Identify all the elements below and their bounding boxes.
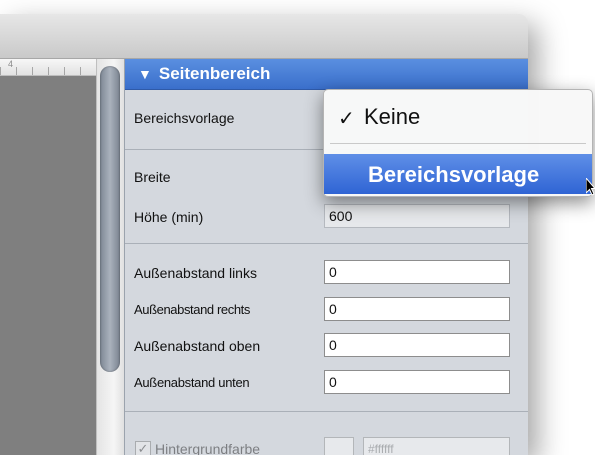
checkmark-icon: ✓	[338, 108, 355, 130]
margin-right-label: Außenabstand rechts	[134, 302, 250, 317]
margin-bottom-field[interactable]: 0	[324, 370, 510, 394]
section-header-seitenbereich[interactable]: ▼ Seitenbereich	[125, 59, 528, 90]
margin-left-label: Außenabstand links	[134, 265, 257, 281]
margin-left-field[interactable]: 0	[324, 260, 510, 284]
section-title: Seitenbereich	[158, 64, 271, 83]
divider	[125, 411, 528, 412]
horizontal-ruler: 4	[0, 59, 96, 76]
background-checkbox[interactable]: ✓	[135, 441, 151, 455]
divider	[125, 243, 528, 244]
template-dropdown-menu: ✓ Keine Bereichsvorlage	[323, 89, 593, 197]
triangle-down-icon[interactable]: ▼	[138, 66, 152, 82]
margin-bottom-label: Außenabstand unten	[134, 375, 250, 390]
menu-item-label: Bereichsvorlage	[368, 162, 540, 187]
ruler-ticks	[0, 67, 96, 75]
menu-separator	[330, 143, 586, 144]
menu-item-keine[interactable]: ✓ Keine	[324, 96, 592, 136]
background-color-field[interactable]: #ffffff	[363, 437, 510, 455]
height-label: Höhe (min)	[134, 209, 204, 225]
height-field[interactable]: 600	[324, 204, 510, 228]
template-label: Bereichsvorlage	[134, 110, 235, 126]
menu-item-label: Keine	[364, 104, 421, 129]
background-color-swatch[interactable]	[324, 437, 354, 455]
margin-right-field[interactable]: 0	[324, 297, 510, 321]
vertical-scroll-thumb[interactable]	[100, 66, 120, 372]
background-label: Hintergrundfarbe	[155, 441, 261, 455]
menu-item-bereichsvorlage[interactable]: Bereichsvorlage	[324, 154, 592, 194]
background-row: ✓ Hintergrundfarbe #ffffff	[125, 437, 528, 455]
margin-top-label: Außenabstand oben	[134, 338, 261, 354]
margin-top-field[interactable]: 0	[324, 333, 510, 357]
page-canvas[interactable]	[0, 76, 96, 455]
app-window: 4 ▼ Seitenbereich Bereichsvorlage Breite…	[0, 14, 528, 455]
width-label: Breite	[134, 169, 171, 185]
title-bar	[0, 14, 528, 59]
